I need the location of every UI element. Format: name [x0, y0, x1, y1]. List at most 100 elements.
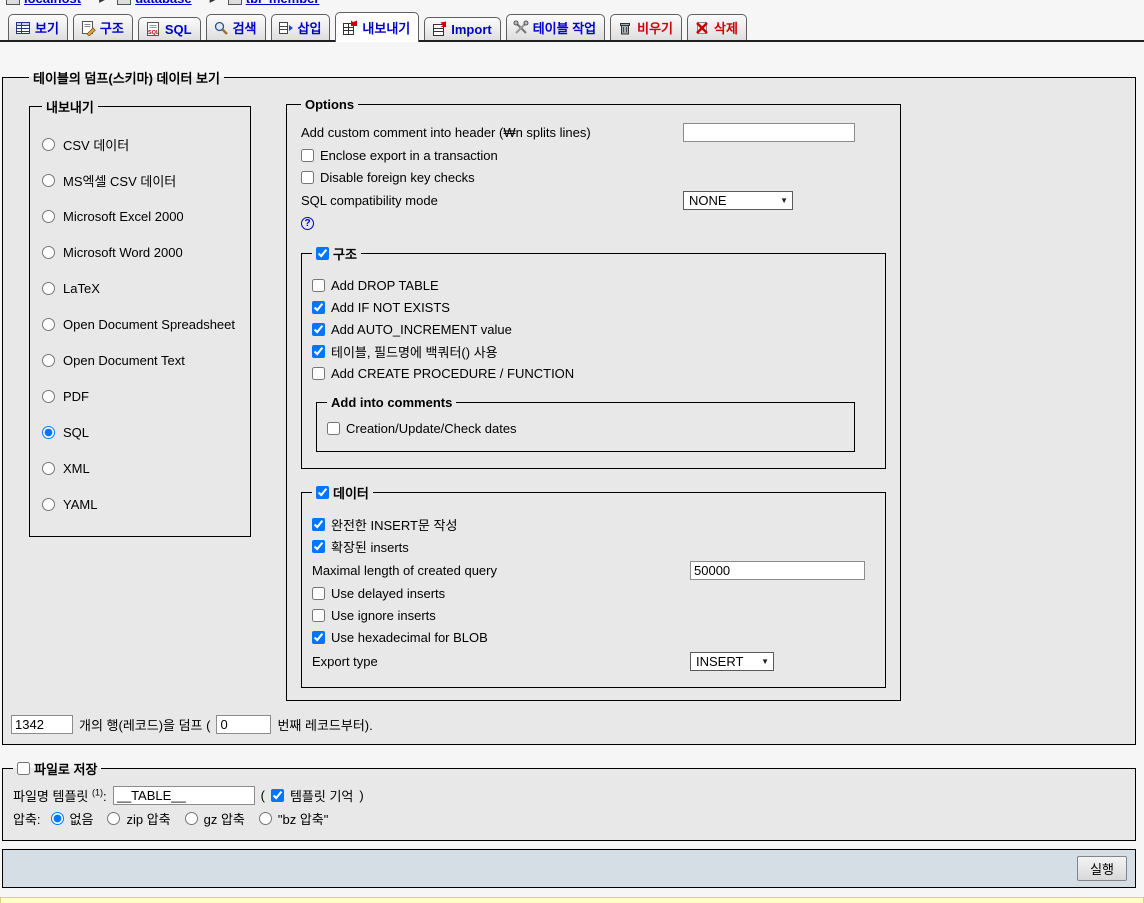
format-option-ms-csv[interactable]: MS엑셀 CSV 데이터 — [42, 162, 242, 198]
add-auto-increment-option[interactable]: Add AUTO_INCREMENT value — [312, 320, 871, 339]
add-if-not-exists-checkbox[interactable] — [312, 301, 325, 314]
add-if-not-exists-option[interactable]: Add IF NOT EXISTS — [312, 298, 871, 317]
dates-option[interactable]: Creation/Update/Check dates — [327, 419, 844, 438]
transaction-option[interactable]: Enclose export in a transaction — [301, 146, 886, 165]
data-toggle[interactable]: 데이터 — [316, 483, 369, 502]
save-file-toggle[interactable]: 파일로 저장 — [17, 759, 97, 778]
compat-select[interactable]: NONE ▼ — [683, 191, 793, 210]
hex-blob-checkbox[interactable] — [312, 631, 325, 644]
tab-structure[interactable]: 구조 — [73, 14, 133, 40]
radio-yaml[interactable] — [42, 498, 55, 511]
radio-xml[interactable] — [42, 462, 55, 475]
tab-drop[interactable]: 삭제 — [687, 14, 747, 40]
comment-input[interactable] — [683, 123, 855, 142]
insert-icon — [278, 20, 294, 36]
tab-operations[interactable]: 테이블 작업 — [506, 14, 605, 40]
compression-gz-radio[interactable] — [185, 812, 198, 825]
add-procedure-checkbox[interactable] — [312, 367, 325, 380]
format-option-odt[interactable]: Open Document Text — [42, 342, 242, 378]
ignore-inserts-option[interactable]: Use ignore inserts — [312, 606, 871, 625]
options-panel: Options Add custom comment into header (… — [286, 97, 901, 701]
add-drop-table-checkbox[interactable] — [312, 279, 325, 292]
radio-csv[interactable] — [42, 138, 55, 151]
radio-odt[interactable] — [42, 354, 55, 367]
go-button[interactable]: 실행 — [1077, 856, 1127, 881]
compression-gz-option[interactable]: gz 압축 — [185, 809, 245, 828]
add-procedure-option[interactable]: Add CREATE PROCEDURE / FUNCTION — [312, 364, 871, 383]
format-option-pdf[interactable]: PDF — [42, 378, 242, 414]
radio-pdf[interactable] — [42, 390, 55, 403]
extended-inserts-option[interactable]: 확장된 inserts — [312, 537, 871, 556]
remember-template-checkbox[interactable] — [271, 789, 284, 802]
filename-template-input[interactable] — [113, 786, 255, 805]
structure-checkbox[interactable] — [316, 247, 329, 260]
compression-none-option[interactable]: 없음 — [51, 809, 94, 828]
radio-latex[interactable] — [42, 282, 55, 295]
tab-label: 비우기 — [637, 18, 673, 37]
radio-sql[interactable] — [42, 426, 55, 439]
remember-close-paren: ) — [359, 788, 363, 803]
tab-label: 검색 — [233, 18, 257, 37]
remember-template-option[interactable]: 템플릿 기억 — [271, 786, 353, 805]
tab-insert[interactable]: 삽입 — [271, 14, 331, 40]
breadcrumb-server[interactable]: localhost — [24, 0, 81, 6]
foreign-keys-checkbox[interactable] — [301, 171, 314, 184]
delayed-inserts-option[interactable]: Use delayed inserts — [312, 584, 871, 603]
extended-inserts-checkbox[interactable] — [312, 540, 325, 553]
foreign-keys-option[interactable]: Disable foreign key checks — [301, 168, 886, 187]
transaction-checkbox[interactable] — [301, 149, 314, 162]
ignore-inserts-checkbox[interactable] — [312, 609, 325, 622]
radio-ms-csv[interactable] — [42, 174, 55, 187]
tab-browse[interactable]: 보기 — [8, 14, 68, 40]
data-checkbox[interactable] — [316, 486, 329, 499]
radio-word2000[interactable] — [42, 246, 55, 259]
compression-zip-radio[interactable] — [107, 812, 120, 825]
export-type-select[interactable]: INSERT ▼ — [690, 652, 774, 671]
compression-bz-option[interactable]: "bz 압축" — [259, 809, 329, 828]
compression-none-radio[interactable] — [51, 812, 64, 825]
hex-blob-option[interactable]: Use hexadecimal for BLOB — [312, 628, 871, 647]
options-legend: Options — [301, 97, 358, 112]
start-record-input[interactable] — [216, 715, 271, 734]
format-option-xml[interactable]: XML — [42, 450, 242, 486]
compression-bz-radio[interactable] — [259, 812, 272, 825]
backquotes-checkbox[interactable] — [312, 345, 325, 358]
format-option-latex[interactable]: LaTeX — [42, 270, 242, 306]
add-into-comments-panel: Add into comments Creation/Update/Check … — [316, 395, 855, 452]
database-icon — [117, 0, 131, 5]
format-option-yaml[interactable]: YAML — [42, 486, 242, 522]
tab-search[interactable]: 검색 — [206, 14, 266, 40]
radio-excel2000[interactable] — [42, 210, 55, 223]
tab-sql[interactable]: SQL SQL — [138, 17, 201, 40]
chevron-down-icon: ▼ — [761, 657, 769, 666]
backquotes-option[interactable]: 테이블, 필드명에 백쿼터() 사용 — [312, 342, 871, 361]
structure-panel: 구조 Add DROP TABLE Add IF NOT EXISTS Add … — [301, 244, 886, 469]
format-option-excel2000[interactable]: Microsoft Excel 2000 — [42, 198, 242, 234]
delayed-inserts-checkbox[interactable] — [312, 587, 325, 600]
complete-inserts-checkbox[interactable] — [312, 518, 325, 531]
breadcrumb-table[interactable]: tbl_member — [246, 0, 320, 6]
add-drop-table-option[interactable]: Add DROP TABLE — [312, 276, 871, 295]
dump-panel: 테이블의 덤프(스키마) 데이터 보기 내보내기 CSV 데이터 MS엑셀 CS… — [2, 68, 1136, 745]
export-format-panel: 내보내기 CSV 데이터 MS엑셀 CSV 데이터 Microsoft Exce… — [29, 97, 251, 537]
compression-zip-option[interactable]: zip 압축 — [107, 809, 170, 828]
tab-empty[interactable]: 비우기 — [610, 14, 682, 40]
tab-label: Import — [451, 22, 491, 37]
dates-checkbox[interactable] — [327, 422, 340, 435]
radio-ods[interactable] — [42, 318, 55, 331]
add-auto-increment-checkbox[interactable] — [312, 323, 325, 336]
format-option-csv[interactable]: CSV 데이터 — [42, 126, 242, 162]
format-option-word2000[interactable]: Microsoft Word 2000 — [42, 234, 242, 270]
row-count-input[interactable] — [11, 715, 73, 734]
chevron-down-icon: ▼ — [780, 196, 788, 205]
help-icon[interactable]: ? — [301, 217, 314, 230]
max-query-input[interactable] — [690, 561, 865, 580]
complete-inserts-option[interactable]: 완전한 INSERT문 작성 — [312, 515, 871, 534]
breadcrumb-database[interactable]: database — [135, 0, 191, 6]
format-option-ods[interactable]: Open Document Spreadsheet — [42, 306, 242, 342]
save-file-checkbox[interactable] — [17, 762, 30, 775]
structure-toggle[interactable]: 구조 — [316, 244, 357, 263]
tab-export[interactable]: 내보내기 — [335, 12, 419, 42]
tab-import[interactable]: Import — [424, 17, 500, 40]
format-option-sql[interactable]: SQL — [42, 414, 242, 450]
